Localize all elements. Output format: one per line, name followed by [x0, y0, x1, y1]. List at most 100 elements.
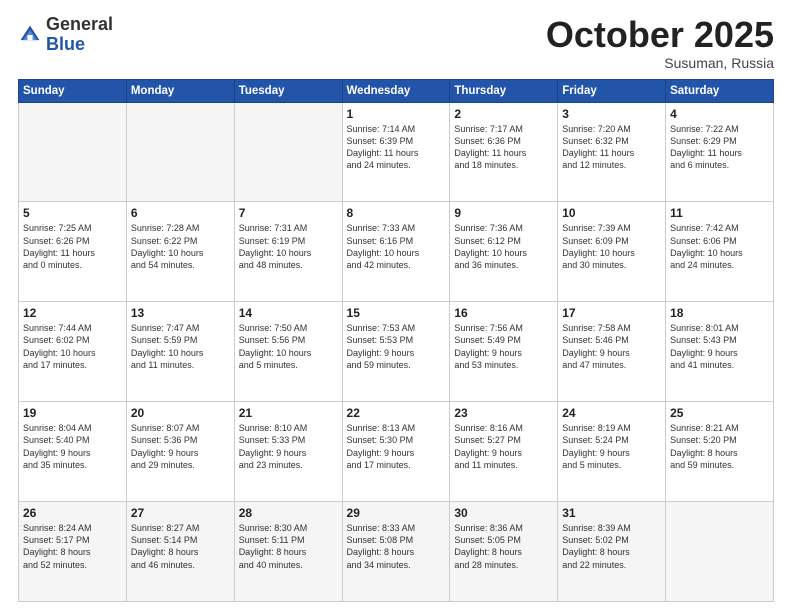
- calendar-cell: 2 Sunrise: 7:17 AMSunset: 6:36 PMDaylight…: [450, 102, 558, 202]
- day-detail: Sunrise: 7:42 AMSunset: 6:06 PMDaylight:…: [670, 222, 769, 271]
- calendar-cell: 7 Sunrise: 7:31 AMSunset: 6:19 PMDaylight…: [234, 202, 342, 302]
- day-detail: Sunrise: 8:04 AMSunset: 5:40 PMDaylight:…: [23, 422, 122, 471]
- calendar-cell: 17 Sunrise: 7:58 AMSunset: 5:46 PMDayligh…: [558, 302, 666, 402]
- week-row-1: 5Sunrise: 7:25 AMSunset: 6:26 PMDaylight…: [19, 202, 774, 302]
- header: General Blue October 2025 Susuman, Russi…: [18, 15, 774, 71]
- calendar-cell: 4 Sunrise: 7:22 AMSunset: 6:29 PMDaylight…: [666, 102, 774, 202]
- day-detail: Sunrise: 7:17 AMSunset: 6:36 PMDaylight:…: [454, 123, 553, 172]
- day-number: 26: [23, 506, 122, 520]
- day-detail: Sunrise: 8:39 AMSunset: 5:02 PMDaylight:…: [562, 522, 661, 571]
- day-detail: Sunrise: 7:31 AMSunset: 6:19 PMDaylight:…: [239, 222, 338, 271]
- location: Susuman, Russia: [546, 55, 774, 71]
- day-number: 28: [239, 506, 338, 520]
- day-number: 12: [23, 306, 122, 320]
- day-number: 31: [562, 506, 661, 520]
- calendar-cell: 13 Sunrise: 7:47 AMSunset: 5:59 PMDayligh…: [126, 302, 234, 402]
- calendar-cell: 21 Sunrise: 8:10 AMSunset: 5:33 PMDayligh…: [234, 402, 342, 502]
- weekday-header-friday: Friday: [558, 79, 666, 102]
- day-detail: Sunrise: 8:10 AMSunset: 5:33 PMDaylight:…: [239, 422, 338, 471]
- day-detail: Sunrise: 7:39 AMSunset: 6:09 PMDaylight:…: [562, 222, 661, 271]
- day-number: 9: [454, 206, 553, 220]
- day-detail: Sunrise: 7:22 AMSunset: 6:29 PMDaylight:…: [670, 123, 769, 172]
- logo-icon: [18, 23, 42, 47]
- day-number: 7: [239, 206, 338, 220]
- calendar-cell: 30 Sunrise: 8:36 AMSunset: 5:05 PMDayligh…: [450, 502, 558, 602]
- calendar-cell: 19 Sunrise: 8:04 AMSunset: 5:40 PMDayligh…: [19, 402, 127, 502]
- week-row-3: 19 Sunrise: 8:04 AMSunset: 5:40 PMDayligh…: [19, 402, 774, 502]
- logo: General Blue: [18, 15, 113, 55]
- calendar-cell: 5Sunrise: 7:25 AMSunset: 6:26 PMDaylight…: [19, 202, 127, 302]
- logo-general: General: [46, 14, 113, 34]
- day-number: 2: [454, 107, 553, 121]
- calendar-cell: 23 Sunrise: 8:16 AMSunset: 5:27 PMDayligh…: [450, 402, 558, 502]
- calendar-cell: 28 Sunrise: 8:30 AMSunset: 5:11 PMDayligh…: [234, 502, 342, 602]
- calendar-cell: 20Sunrise: 8:07 AMSunset: 5:36 PMDayligh…: [126, 402, 234, 502]
- day-detail: Sunrise: 7:56 AMSunset: 5:49 PMDaylight:…: [454, 322, 553, 371]
- day-number: 16: [454, 306, 553, 320]
- day-number: 4: [670, 107, 769, 121]
- day-number: 5: [23, 206, 122, 220]
- day-detail: Sunrise: 8:01 AMSunset: 5:43 PMDaylight:…: [670, 322, 769, 371]
- day-number: 19: [23, 406, 122, 420]
- day-detail: Sunrise: 7:50 AMSunset: 5:56 PMDaylight:…: [239, 322, 338, 371]
- day-detail: Sunrise: 7:33 AMSunset: 6:16 PMDaylight:…: [347, 222, 446, 271]
- calendar-cell: 3 Sunrise: 7:20 AMSunset: 6:32 PMDaylight…: [558, 102, 666, 202]
- title-block: October 2025 Susuman, Russia: [546, 15, 774, 71]
- calendar-cell: [234, 102, 342, 202]
- calendar-cell: 18Sunrise: 8:01 AMSunset: 5:43 PMDayligh…: [666, 302, 774, 402]
- day-detail: Sunrise: 8:36 AMSunset: 5:05 PMDaylight:…: [454, 522, 553, 571]
- day-detail: Sunrise: 8:30 AMSunset: 5:11 PMDaylight:…: [239, 522, 338, 571]
- calendar-cell: 8 Sunrise: 7:33 AMSunset: 6:16 PMDaylight…: [342, 202, 450, 302]
- calendar-cell: [666, 502, 774, 602]
- day-number: 27: [131, 506, 230, 520]
- day-detail: Sunrise: 7:44 AMSunset: 6:02 PMDaylight:…: [23, 322, 122, 371]
- day-number: 25: [670, 406, 769, 420]
- day-number: 8: [347, 206, 446, 220]
- calendar-cell: [19, 102, 127, 202]
- day-number: 21: [239, 406, 338, 420]
- day-number: 22: [347, 406, 446, 420]
- calendar-cell: 9Sunrise: 7:36 AMSunset: 6:12 PMDaylight…: [450, 202, 558, 302]
- day-number: 17: [562, 306, 661, 320]
- weekday-header-tuesday: Tuesday: [234, 79, 342, 102]
- calendar: SundayMondayTuesdayWednesdayThursdayFrid…: [18, 79, 774, 602]
- day-number: 30: [454, 506, 553, 520]
- day-detail: Sunrise: 7:28 AMSunset: 6:22 PMDaylight:…: [131, 222, 230, 271]
- weekday-header-sunday: Sunday: [19, 79, 127, 102]
- day-number: 23: [454, 406, 553, 420]
- calendar-cell: 6 Sunrise: 7:28 AMSunset: 6:22 PMDaylight…: [126, 202, 234, 302]
- calendar-cell: 31 Sunrise: 8:39 AMSunset: 5:02 PMDayligh…: [558, 502, 666, 602]
- day-number: 15: [347, 306, 446, 320]
- day-detail: Sunrise: 8:24 AMSunset: 5:17 PMDaylight:…: [23, 522, 122, 571]
- calendar-cell: [126, 102, 234, 202]
- day-number: 20: [131, 406, 230, 420]
- logo-text: General Blue: [46, 15, 113, 55]
- calendar-cell: 10 Sunrise: 7:39 AMSunset: 6:09 PMDayligh…: [558, 202, 666, 302]
- day-detail: Sunrise: 7:58 AMSunset: 5:46 PMDaylight:…: [562, 322, 661, 371]
- day-detail: Sunrise: 8:13 AMSunset: 5:30 PMDaylight:…: [347, 422, 446, 471]
- day-number: 11: [670, 206, 769, 220]
- calendar-cell: 12 Sunrise: 7:44 AMSunset: 6:02 PMDayligh…: [19, 302, 127, 402]
- calendar-cell: 22 Sunrise: 8:13 AMSunset: 5:30 PMDayligh…: [342, 402, 450, 502]
- weekday-header-row: SundayMondayTuesdayWednesdayThursdayFrid…: [19, 79, 774, 102]
- day-number: 6: [131, 206, 230, 220]
- day-detail: Sunrise: 7:20 AMSunset: 6:32 PMDaylight:…: [562, 123, 661, 172]
- day-detail: Sunrise: 8:19 AMSunset: 5:24 PMDaylight:…: [562, 422, 661, 471]
- calendar-cell: 15Sunrise: 7:53 AMSunset: 5:53 PMDayligh…: [342, 302, 450, 402]
- calendar-cell: 27Sunrise: 8:27 AMSunset: 5:14 PMDayligh…: [126, 502, 234, 602]
- day-number: 13: [131, 306, 230, 320]
- day-number: 10: [562, 206, 661, 220]
- day-number: 14: [239, 306, 338, 320]
- day-detail: Sunrise: 7:47 AMSunset: 5:59 PMDaylight:…: [131, 322, 230, 371]
- day-number: 1: [347, 107, 446, 121]
- calendar-cell: 25Sunrise: 8:21 AMSunset: 5:20 PMDayligh…: [666, 402, 774, 502]
- day-number: 24: [562, 406, 661, 420]
- logo-blue: Blue: [46, 34, 85, 54]
- day-detail: Sunrise: 8:16 AMSunset: 5:27 PMDaylight:…: [454, 422, 553, 471]
- week-row-4: 26 Sunrise: 8:24 AMSunset: 5:17 PMDayligh…: [19, 502, 774, 602]
- day-number: 3: [562, 107, 661, 121]
- calendar-cell: 16 Sunrise: 7:56 AMSunset: 5:49 PMDayligh…: [450, 302, 558, 402]
- calendar-cell: 26 Sunrise: 8:24 AMSunset: 5:17 PMDayligh…: [19, 502, 127, 602]
- calendar-cell: 14 Sunrise: 7:50 AMSunset: 5:56 PMDayligh…: [234, 302, 342, 402]
- weekday-header-monday: Monday: [126, 79, 234, 102]
